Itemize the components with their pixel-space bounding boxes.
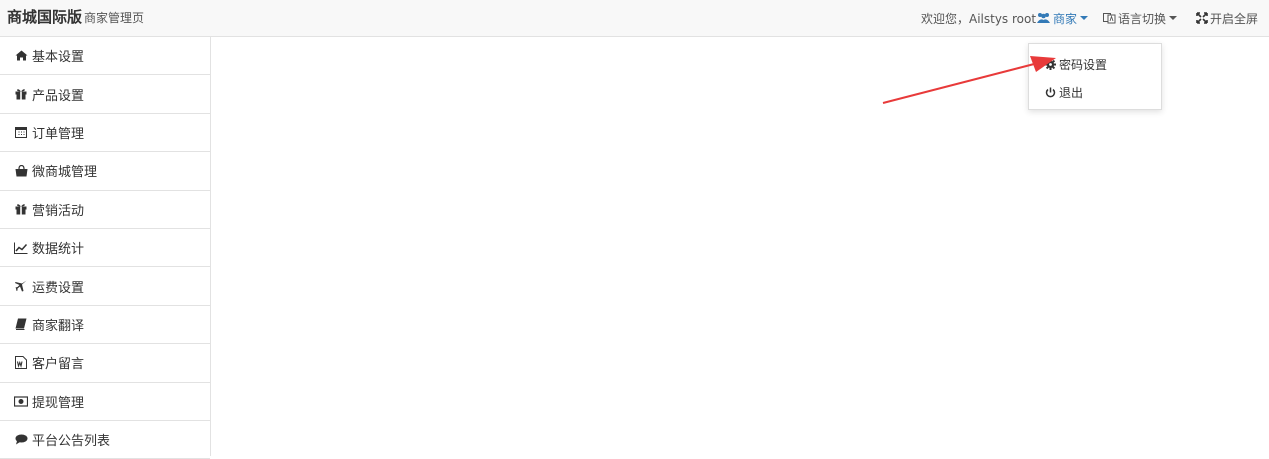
sidebar-item-order-management[interactable]: 订单管理	[0, 114, 210, 153]
sidebar-item-label: 客户留言	[32, 357, 85, 373]
sidebar-item-statistics[interactable]: 数据统计	[0, 229, 210, 268]
sidebar-item-label: 微商城管理	[32, 165, 98, 181]
sidebar-item-shipping[interactable]: 运费设置	[0, 267, 210, 306]
sidebar: 基本设置 产品设置 订单管理 微商城管理 营销活动 数据统计 运费设置 商家翻译…	[0, 37, 211, 459]
language-switch-toggle[interactable]: 语言切换	[1103, 0, 1178, 36]
sidebar-item-marketing[interactable]: 营销活动	[0, 191, 210, 229]
sidebar-item-label: 营销活动	[32, 203, 85, 219]
sidebar-item-basic-settings[interactable]: 基本设置	[0, 37, 210, 76]
calendar-icon	[13, 126, 29, 139]
merchant-dropdown-menu: 密码设置 退出	[1028, 43, 1162, 110]
home-icon	[13, 50, 29, 61]
sidebar-item-label: 基本设置	[32, 50, 85, 66]
brand-title: 商城国际版	[7, 8, 83, 26]
sidebar-item-micro-mall[interactable]: 微商城管理	[0, 152, 210, 191]
sidebar-item-label: 平台公告列表	[32, 434, 111, 450]
fullscreen-button[interactable]: 开启全屏	[1196, 0, 1258, 36]
users-icon	[1036, 12, 1051, 24]
merchant-label: 商家	[1053, 11, 1078, 26]
logout-label: 退出	[1059, 86, 1084, 100]
comment-icon	[13, 434, 29, 445]
sidebar-item-announcements[interactable]: 平台公告列表	[0, 421, 210, 459]
merchant-menu-toggle[interactable]: 商家	[1036, 0, 1089, 36]
brand[interactable]: 商城国际版 商家管理页	[7, 6, 144, 27]
top-navbar: 商城国际版 商家管理页 欢迎您，Ailstys root 商家 语言切换 开启全屏	[0, 0, 1269, 37]
chevron-down-icon	[1080, 16, 1089, 20]
sidebar-item-label: 商家翻译	[32, 318, 85, 334]
plane-icon	[13, 280, 29, 292]
document-icon	[13, 356, 29, 370]
power-icon	[1045, 87, 1057, 98]
line-chart-icon	[13, 242, 29, 254]
gift-icon	[13, 88, 29, 100]
gear-icon	[1045, 59, 1057, 70]
welcome-text: 欢迎您，Ailstys root	[921, 11, 1037, 26]
sidebar-item-label: 产品设置	[32, 88, 85, 104]
sidebar-item-label: 订单管理	[32, 126, 85, 142]
password-settings-label: 密码设置	[1059, 58, 1108, 72]
language-icon	[1103, 12, 1116, 24]
book-icon	[13, 318, 29, 331]
chevron-down-icon	[1169, 16, 1178, 20]
sidebar-item-product-settings[interactable]: 产品设置	[0, 75, 210, 114]
sidebar-item-customer-messages[interactable]: 客户留言	[0, 344, 210, 383]
brand-subtitle: 商家管理页	[84, 11, 145, 25]
fullscreen-label: 开启全屏	[1210, 11, 1259, 26]
fullscreen-icon	[1196, 12, 1208, 24]
gift-icon	[13, 203, 29, 215]
shopping-bag-icon	[13, 164, 29, 177]
sidebar-item-label: 提现管理	[32, 395, 85, 411]
sidebar-item-label: 运费设置	[32, 280, 85, 296]
sidebar-item-translation[interactable]: 商家翻译	[0, 306, 210, 345]
logout-item[interactable]: 退出	[1045, 84, 1083, 101]
sidebar-item-withdrawals[interactable]: 提现管理	[0, 383, 210, 421]
sidebar-item-label: 数据统计	[32, 242, 85, 258]
language-label: 语言切换	[1118, 11, 1167, 26]
password-settings-item[interactable]: 密码设置	[1045, 56, 1107, 73]
money-icon	[13, 396, 29, 407]
